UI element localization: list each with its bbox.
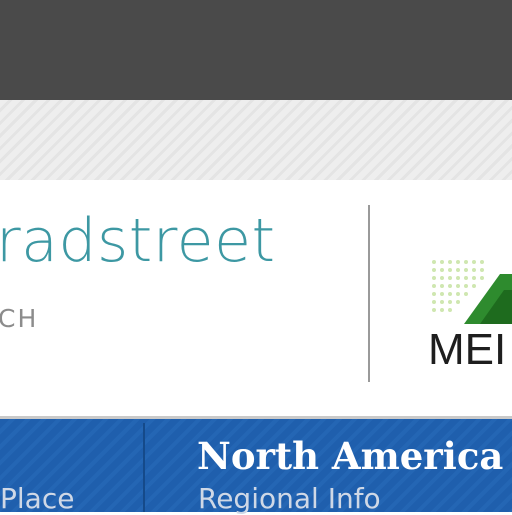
partner-logo[interactable]: MEI bbox=[420, 250, 512, 375]
partner-logo-text: MEI bbox=[428, 325, 507, 374]
nav-item-regional-info[interactable]: Regional Info bbox=[198, 482, 381, 515]
brand-logo-name[interactable]: radstreet bbox=[0, 206, 276, 276]
striped-banner bbox=[0, 100, 512, 180]
top-bar bbox=[0, 0, 512, 100]
brand-tagline: CH bbox=[0, 304, 39, 333]
header-divider bbox=[368, 205, 370, 382]
nav-separator bbox=[143, 423, 145, 512]
nav-item-north-america[interactable]: North America bbox=[197, 434, 503, 478]
nav-item-place-label[interactable]: Place bbox=[0, 482, 74, 515]
